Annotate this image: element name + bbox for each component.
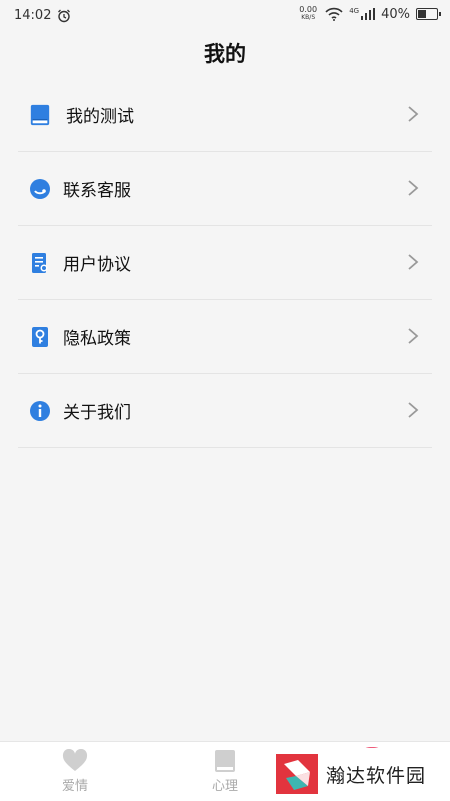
battery-percent: 40% [381,6,410,22]
tab-label: 爱情 [61,779,88,794]
customer-service-icon [29,178,51,200]
signal-icon [361,8,376,20]
tab-label: 心理 [211,779,238,794]
menu-list: 我的测试 联系客服 用户协议 隐私政策 关于我们 [18,78,432,448]
menu-item-label: 我的测试 [66,107,134,127]
status-left: 14:02 [14,8,71,23]
menu-item-about-us[interactable]: 关于我们 [18,374,432,448]
battery-icon [416,8,441,20]
chevron-right-icon [408,254,419,270]
watermark: 瀚达软件园 [272,748,450,800]
wifi-icon [325,7,343,21]
menu-item-my-tests[interactable]: 我的测试 [18,78,432,152]
tab-psychology[interactable]: 心理 [170,742,280,801]
menu-item-user-agreement[interactable]: 用户协议 [18,226,432,300]
menu-item-customer-service[interactable]: 联系客服 [18,152,432,226]
tab-love[interactable]: 爱情 [20,742,130,801]
net-speed-unit: KB/S [301,14,316,21]
chevron-right-icon [408,106,419,122]
heart-icon [62,749,88,771]
menu-item-label: 关于我们 [63,403,131,423]
status-right: 0.00 KB/S 4G 40% [297,6,441,22]
network-type: 4G [349,7,360,15]
menu-item-privacy-policy[interactable]: 隐私政策 [18,300,432,374]
chevron-right-icon [408,328,419,344]
net-speed: 0.00 KB/S [297,6,319,22]
alarm-icon [58,9,71,22]
menu-item-label: 联系客服 [63,181,131,201]
chevron-right-icon [408,402,419,418]
menu-item-label: 用户协议 [63,255,131,275]
chevron-right-icon [408,180,419,196]
key-icon [29,326,51,348]
net-speed-value: 0.00 [299,5,318,14]
menu-item-label: 隐私政策 [63,329,131,349]
book-icon [215,750,235,772]
page-title: 我的 [204,42,246,66]
watermark-text: 瀚达软件园 [326,764,427,787]
book-icon [29,104,51,126]
status-bar: 14:02 0.00 KB/S 4G 40% [0,0,450,32]
watermark-logo [276,754,318,794]
document-icon [29,252,51,274]
status-time: 14:02 [14,8,52,23]
info-icon [29,400,51,422]
